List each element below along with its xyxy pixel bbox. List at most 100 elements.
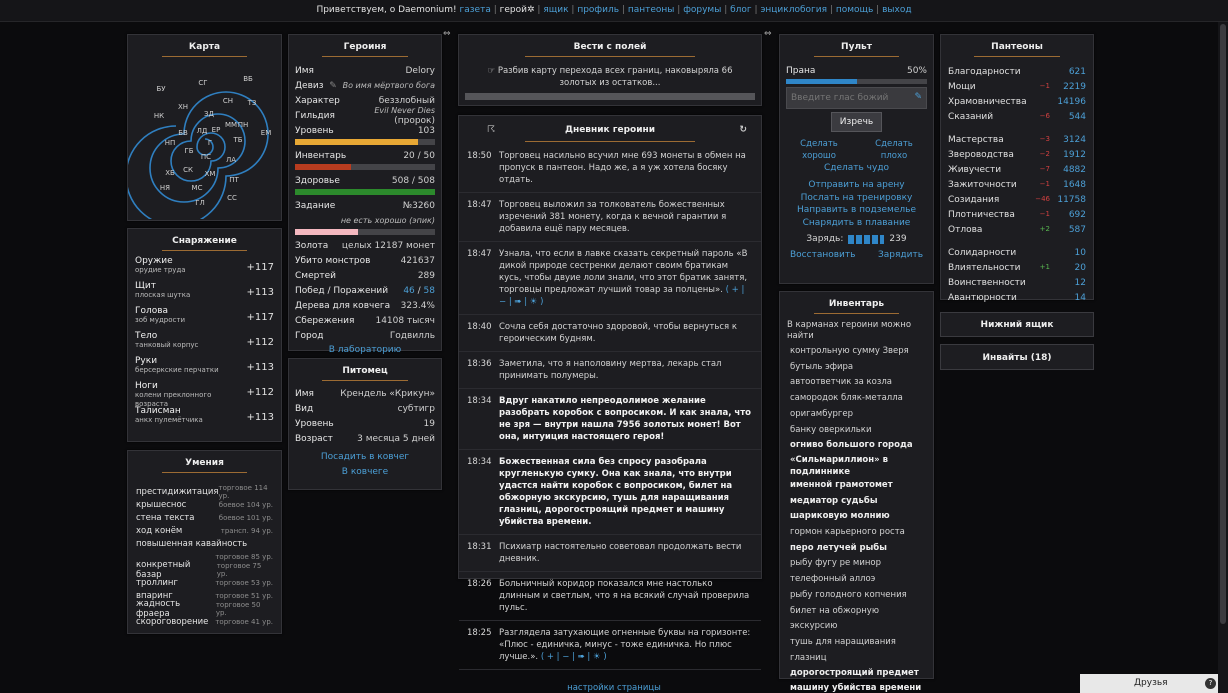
pantheon-rank[interactable]: 2219 <box>1056 82 1086 92</box>
pantheon-rank[interactable]: 544 <box>1056 112 1086 122</box>
map-town-label[interactable]: НП <box>165 139 176 147</box>
invites-button[interactable]: Инвайты (18) <box>940 344 1094 370</box>
friends-bar[interactable]: Друзья ? <box>1080 674 1222 693</box>
map-town-label[interactable]: ММ <box>225 121 237 129</box>
pantheon-row[interactable]: Авантюрности 14 <box>941 290 1093 305</box>
page-settings-link[interactable]: настройки страницы <box>0 683 1228 693</box>
refresh-icon[interactable]: ↻ <box>739 116 747 144</box>
pantheon-row[interactable]: Воинственности 12 <box>941 275 1093 290</box>
pantheon-rank[interactable]: 20 <box>1056 263 1086 273</box>
inventory-item[interactable]: телефонный аллоэ <box>790 572 923 588</box>
skill-row[interactable]: жадность фраера торговое 50 ур. <box>128 599 281 619</box>
guild-link[interactable]: Evil Never Dies <box>374 106 435 115</box>
inventory-item[interactable]: автоответчик за козла <box>790 375 923 391</box>
inventory-item[interactable]: огниво большого города <box>790 438 923 454</box>
map-town-label[interactable]: ЕР <box>212 126 221 134</box>
map-town-label[interactable]: ТЗ <box>247 99 257 107</box>
pantheon-rank[interactable]: 621 <box>1056 67 1086 77</box>
scrollbar[interactable] <box>1218 22 1228 693</box>
map-town-label[interactable]: Г <box>208 139 212 147</box>
ark-put-link[interactable]: Посадить в ковчег <box>289 452 441 467</box>
map-town-label[interactable]: ГБ <box>184 147 193 155</box>
inventory-item[interactable]: самородок бляк-металла <box>790 391 923 407</box>
town[interactable]: Годвилль <box>390 331 435 341</box>
training-link[interactable]: Послать на тренировку <box>780 192 933 205</box>
link-profile[interactable]: профиль <box>577 5 619 15</box>
map-town-label[interactable]: ХМ <box>205 170 216 178</box>
inventory-item[interactable]: гормон карьерного роста <box>790 525 923 541</box>
pantheon-rank[interactable]: 12 <box>1056 278 1086 288</box>
skill-row[interactable]: ход конём трансп. 94 ур. <box>128 524 281 537</box>
map-town-label[interactable]: СК <box>183 166 193 174</box>
map-town-label[interactable]: ЛА <box>226 156 236 164</box>
skill-row[interactable]: престидижитация торговое 114 ур. <box>128 484 281 500</box>
help-icon[interactable]: ? <box>1205 678 1216 689</box>
link-help[interactable]: помощь <box>836 5 873 15</box>
microphone-icon[interactable]: ✎ <box>914 92 922 102</box>
arena-link[interactable]: Отправить на арену <box>780 179 933 192</box>
inventory-item[interactable]: контрольную сумму Зверя <box>790 344 923 360</box>
inventory-item[interactable]: шариковую молнию <box>790 509 923 525</box>
skill-row[interactable]: стена текста боевое 101 ур. <box>128 511 281 524</box>
charge-link[interactable]: Зарядить <box>878 250 923 260</box>
pet-type[interactable]: субтигр <box>398 404 435 414</box>
pantheon-row[interactable]: Благодарности 621 <box>941 64 1093 79</box>
miracle-button[interactable]: Сделать чудо <box>780 162 933 175</box>
skill-row[interactable]: скороговорение торговое 41 ур. <box>128 615 281 628</box>
map-svg[interactable]: СГ ВБ БУ СН ТЗ ХН ЗД НК ММ ПН ЕМ БВ ЛД ЕР ТБ НП Г ГБ ПС ЛА Х… <box>125 59 281 227</box>
in-ark-link[interactable]: В ковчеге <box>289 467 441 477</box>
skill-row[interactable]: конкретный базар торговое 75 ур. <box>128 560 281 580</box>
link-pantheons[interactable]: пантеоны <box>628 5 675 15</box>
inventory-item[interactable]: банку оверкильки <box>790 423 923 439</box>
map-town-label[interactable]: ХБ <box>165 169 175 177</box>
wins[interactable]: 46 <box>403 286 414 296</box>
bad-button[interactable]: Сделать плохо <box>869 138 919 162</box>
good-button[interactable]: Сделать хорошо <box>794 138 844 162</box>
link-newspaper[interactable]: газета <box>460 5 491 15</box>
map-town-label[interactable]: СН <box>223 97 233 105</box>
inventory-item[interactable]: оригамбургер <box>790 407 923 423</box>
gear-icon[interactable]: ✲ <box>527 5 535 15</box>
inventory-item[interactable]: дорогостроящий предмет <box>790 666 923 682</box>
inventory-item[interactable]: бутыль эфира <box>790 360 923 376</box>
resize-handle-left[interactable]: ⇔ <box>443 29 451 39</box>
pantheon-rank[interactable]: 692 <box>1056 210 1086 220</box>
pantheon-rank[interactable]: 14 <box>1056 293 1086 303</box>
inventory-item[interactable]: именной грамотомет <box>790 478 923 494</box>
pantheon-row[interactable]: Сказаний −6 544 <box>941 109 1093 124</box>
pantheon-row[interactable]: Влиятельности +1 20 <box>941 260 1093 275</box>
pantheon-row[interactable]: Храмовничества 14196 <box>941 94 1093 109</box>
link-logout[interactable]: выход <box>882 5 911 15</box>
equip-slot[interactable]: Голова зоб мудрости +117 <box>128 303 281 328</box>
map-town-label[interactable]: ЕМ <box>261 129 271 137</box>
pencil-icon[interactable]: ✎ <box>329 81 337 91</box>
equip-slot[interactable]: Ноги колени преклонного возраста +112 <box>128 378 281 408</box>
map-town-label[interactable]: МС <box>192 184 203 192</box>
link-wiki[interactable]: энциклобогия <box>760 5 827 15</box>
sail-link[interactable]: Снарядить в плавание <box>780 217 933 230</box>
restore-link[interactable]: Восстановить <box>790 250 855 260</box>
say-button[interactable]: Изречь <box>830 112 883 132</box>
equip-slot[interactable]: Щит плоская шутка +113 <box>128 278 281 303</box>
pantheon-row[interactable]: Плотничества −1 692 <box>941 207 1093 222</box>
pantheon-rank[interactable]: 1912 <box>1056 150 1086 160</box>
map-town-label[interactable]: ХН <box>178 103 188 111</box>
pantheon-row[interactable]: Мастерства −3 3124 <box>941 132 1093 147</box>
equip-slot[interactable]: Руки берсеркские перчатки +113 <box>128 353 281 378</box>
lower-box-button[interactable]: Нижний ящик <box>940 312 1094 337</box>
pantheon-row[interactable]: Мощи −1 2219 <box>941 79 1093 94</box>
map-town-label[interactable]: НК <box>154 112 164 120</box>
map-town-label[interactable]: ЛД <box>197 127 208 135</box>
pantheon-row[interactable]: Отлова +2 587 <box>941 222 1093 237</box>
inventory-item[interactable]: рыбу голодного копчения <box>790 588 923 604</box>
diary-vote-controls[interactable]: ( + | − | ➠ | ☀ ) <box>541 652 607 662</box>
pantheon-rank[interactable]: 10 <box>1056 248 1086 258</box>
equip-slot[interactable]: Тело танковый корпус +112 <box>128 328 281 353</box>
map-town-label[interactable]: НЯ <box>160 184 170 192</box>
resize-handle-right[interactable]: ⇔ <box>764 29 772 39</box>
map-town-label[interactable]: ПС <box>201 153 211 161</box>
map-town-label[interactable]: ПН <box>238 121 249 129</box>
pantheon-rank[interactable]: 11758 <box>1056 195 1086 205</box>
map-town-label[interactable]: СС <box>227 194 237 202</box>
pantheon-row[interactable]: Созидания −46 11758 <box>941 192 1093 207</box>
